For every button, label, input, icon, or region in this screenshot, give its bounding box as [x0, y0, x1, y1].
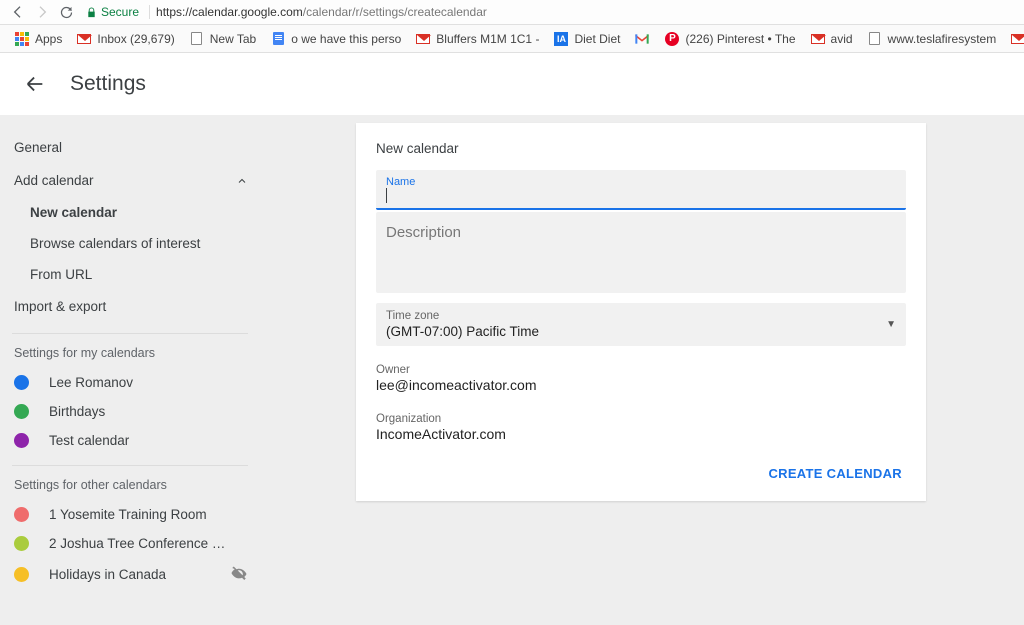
file-icon: [867, 31, 883, 47]
calendar-name: Holidays in Canada: [49, 567, 210, 582]
docs-icon: [270, 31, 286, 47]
sidebar-group-my-calendars: Settings for my calendars: [12, 340, 248, 368]
gmail-icon: [1010, 31, 1024, 47]
calendar-name: Test calendar: [49, 433, 248, 448]
ia-icon: IA: [553, 31, 569, 47]
calendar-name: 2 Joshua Tree Conference …: [49, 536, 248, 551]
bookmarks-bar: Apps Inbox (29,679) New Tab o we have this …: [0, 25, 1024, 53]
calendar-name: Birthdays: [49, 404, 248, 419]
organization-value: IncomeActivator.com: [376, 425, 906, 442]
bookmark-label: (226) Pinterest • The: [685, 32, 795, 46]
back-arrow-icon[interactable]: [24, 73, 46, 95]
pinterest-icon: P: [664, 31, 680, 47]
organization-label: Organization: [376, 413, 906, 425]
timezone-select[interactable]: Time zone (GMT-07:00) Pacific Time ▼: [376, 303, 906, 346]
bookmark-item[interactable]: o we have this perso: [264, 28, 407, 50]
calendar-row[interactable]: 2 Joshua Tree Conference …: [12, 529, 248, 558]
calendar-name: Lee Romanov: [49, 375, 248, 390]
apps-icon: [14, 31, 30, 47]
calendar-color-dot: [14, 404, 29, 419]
calendar-color-dot: [14, 536, 29, 551]
gm-icon: [634, 31, 650, 47]
bookmark-label: o we have this perso: [291, 32, 401, 46]
sidebar-sub-from-url[interactable]: From URL: [12, 259, 248, 290]
bookmark-item[interactable]: [628, 28, 656, 50]
divider: [12, 465, 248, 466]
calendar-color-dot: [14, 507, 29, 522]
bookmark-item[interactable]: Bluffers M1M 1C1 -: [409, 28, 545, 50]
bookmark-label: www.teslafiresystem: [888, 32, 997, 46]
bookmark-item[interactable]: www.teslafiresystem: [861, 28, 1003, 50]
bookmark-item[interactable]: New Tab: [183, 28, 262, 50]
visibility-off-icon: [230, 565, 248, 583]
bookmark-label: New Tab: [210, 32, 256, 46]
name-label: Name: [386, 176, 896, 188]
timezone-label: Time zone: [386, 310, 886, 322]
back-icon[interactable]: [8, 2, 28, 22]
create-calendar-button[interactable]: CREATE CALENDAR: [764, 460, 906, 487]
sidebar-item-general[interactable]: General: [12, 131, 248, 164]
name-input[interactable]: [386, 188, 896, 208]
settings-sidebar: General Add calendar New calendar Browse…: [0, 115, 260, 625]
sidebar-group-other-calendars: Settings for other calendars: [12, 472, 248, 500]
url-bar[interactable]: https://calendar.google.com/calendar/r/s…: [149, 5, 1016, 19]
bookmark-label: Apps: [35, 32, 62, 46]
bookmark-label: Diet Diet: [574, 32, 620, 46]
calendar-row[interactable]: Lee Romanov: [12, 368, 248, 397]
lock-icon: [86, 6, 97, 19]
gmail-icon: [415, 31, 431, 47]
bookmark-item[interactable]: avid: [804, 28, 859, 50]
divider: [12, 333, 248, 334]
browser-toolbar: Secure https://calendar.google.com/calen…: [0, 0, 1024, 25]
chevron-up-icon: [236, 175, 248, 187]
sidebar-item-add-calendar[interactable]: Add calendar: [12, 164, 248, 197]
chevron-down-icon: ▼: [886, 319, 896, 330]
name-field[interactable]: Name: [376, 170, 906, 210]
secure-indicator: Secure: [86, 5, 139, 19]
calendar-color-dot: [14, 375, 29, 390]
description-field[interactable]: Description: [376, 212, 906, 293]
calendar-row[interactable]: 1 Yosemite Training Room: [12, 500, 248, 529]
calendar-row[interactable]: Holidays in Canada: [12, 558, 248, 590]
calendar-name: 1 Yosemite Training Room: [49, 507, 248, 522]
sidebar-sub-new-calendar[interactable]: New calendar: [12, 197, 248, 228]
timezone-value: (GMT-07:00) Pacific Time: [386, 322, 886, 339]
bookmark-item[interactable]: Inbox (29,679): [70, 28, 180, 50]
bookmark-item[interactable]: Inbox (37: [1004, 28, 1024, 50]
bookmark-item[interactable]: Apps: [8, 28, 68, 50]
calendar-row[interactable]: Test calendar: [12, 426, 248, 455]
calendar-color-dot: [14, 567, 29, 582]
calendar-color-dot: [14, 433, 29, 448]
page-title: Settings: [70, 72, 146, 96]
gmail-icon: [76, 31, 92, 47]
description-label: Description: [386, 224, 896, 241]
owner-value: lee@incomeactivator.com: [376, 376, 906, 393]
bookmark-item[interactable]: P (226) Pinterest • The: [658, 28, 801, 50]
reload-icon[interactable]: [56, 2, 76, 22]
app-header: Settings: [0, 53, 1024, 115]
sidebar-sub-browse[interactable]: Browse calendars of interest: [12, 228, 248, 259]
new-calendar-card: New calendar Name Description Time zone …: [356, 123, 926, 501]
bookmark-label: Inbox (29,679): [97, 32, 174, 46]
owner-label: Owner: [376, 364, 906, 376]
card-title: New calendar: [376, 141, 906, 156]
file-icon: [189, 31, 205, 47]
bookmark-label: Bluffers M1M 1C1 -: [436, 32, 539, 46]
bookmark-label: avid: [831, 32, 853, 46]
bookmark-item[interactable]: IA Diet Diet: [547, 28, 626, 50]
gmail-icon: [810, 31, 826, 47]
sidebar-item-label: Add calendar: [14, 173, 94, 188]
forward-icon[interactable]: [32, 2, 52, 22]
sidebar-item-import-export[interactable]: Import & export: [12, 290, 248, 323]
calendar-row[interactable]: Birthdays: [12, 397, 248, 426]
